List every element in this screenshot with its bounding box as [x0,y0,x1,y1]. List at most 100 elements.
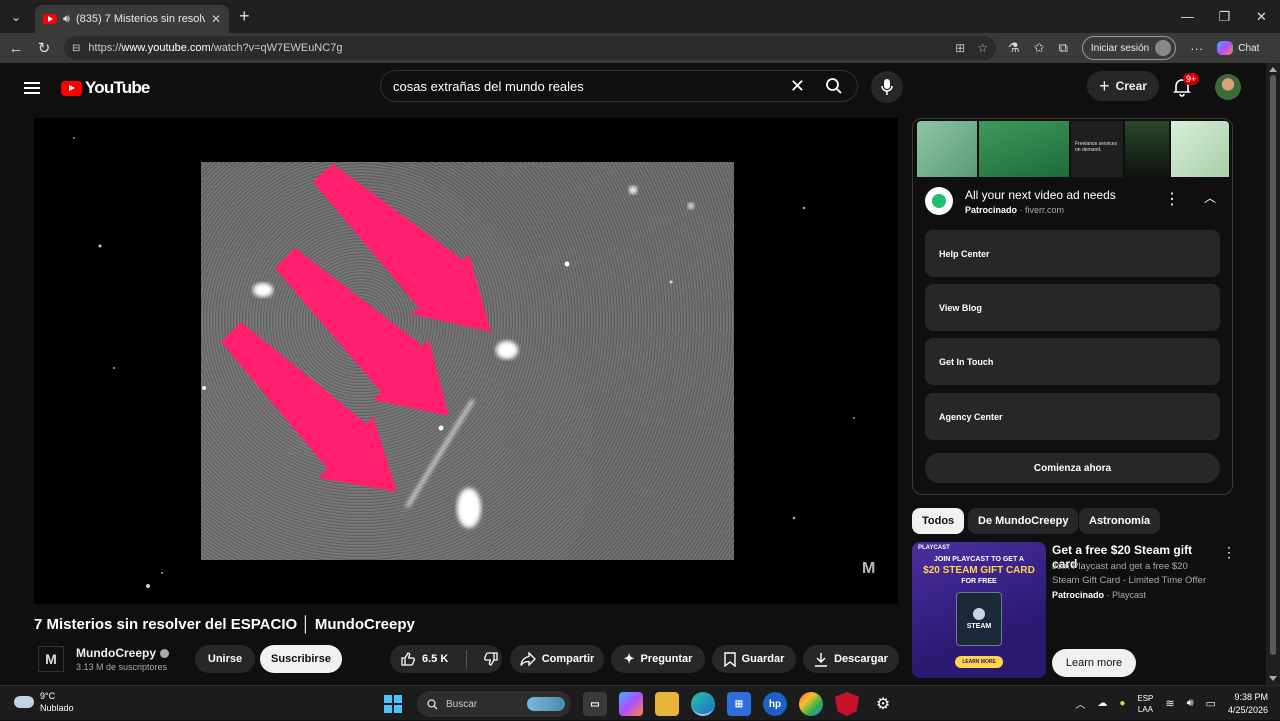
collections-icon[interactable]: ⧉ [1059,40,1068,56]
join-button[interactable]: Unirse [195,645,255,673]
file-explorer-icon[interactable] [655,692,679,716]
user-avatar[interactable] [1215,74,1241,100]
clock[interactable]: 9:38 PM 4/25/2026 [1228,691,1268,717]
search-button[interactable] [811,71,857,101]
logo-text: YouTube [85,78,150,97]
weather-widget[interactable]: 9°C Nublado [14,690,74,714]
like-count: 6.5 K [422,653,449,665]
rec-ad-thumbnail[interactable]: PLAYCAST JOIN PLAYCAST TO GET A $20 STEA… [912,542,1046,678]
ad-title[interactable]: All your next video ad needs [965,188,1116,202]
search-box[interactable]: cosas extrañas del mundo reales ✕ [380,70,858,102]
hp-icon[interactable]: hp [763,692,787,716]
store-icon[interactable]: ⊞ [727,692,751,716]
minimize-button[interactable]: — [1169,0,1206,33]
volume-icon[interactable]: 🔊︎ [1187,697,1194,710]
chat-label: Chat [1238,42,1260,54]
ad-cta-button[interactable]: Comienza ahora [925,453,1220,483]
thumbs-down-icon [484,652,498,666]
copilot-taskbar-icon[interactable] [619,692,643,716]
copilot-icon [1217,41,1234,55]
address-bar[interactable]: ⊟ https://www.youtube.com/watch?v=qW7EWE… [64,36,996,60]
menu-icon[interactable] [24,82,40,94]
start-button[interactable] [381,692,405,716]
task-view-icon[interactable]: ▭ [583,692,607,716]
video-player[interactable]: M [34,118,898,604]
onedrive-cloud-icon[interactable]: ☁ [1097,698,1107,709]
voice-search-button[interactable] [871,71,903,103]
ad-banner-images[interactable]: Freelance services on demand. [913,119,1232,177]
channel-avatar[interactable]: M [38,646,64,672]
fiverr-logo[interactable] [925,187,953,215]
ad-link-agency-center[interactable]: Agency Center [925,393,1220,440]
site-info-icon[interactable]: ⊟ [72,43,80,54]
tab-actions-menu[interactable]: ⌄ [5,6,27,28]
dislike-button[interactable] [483,651,499,667]
channel-name[interactable]: MundoCreepy [76,646,156,660]
page-scrollbar[interactable] [1266,63,1280,685]
extensions-icon[interactable]: ⚗ [1008,40,1020,56]
search-highlight-icon [527,697,565,711]
bookmark-icon [723,651,736,667]
chip-de-mundocreepy[interactable]: De MundoCreepy [968,508,1079,534]
mcafee-icon[interactable] [835,692,859,716]
copilot-chat-button[interactable]: Chat [1217,41,1259,55]
windows-taskbar: 9°C Nublado Buscar ▭ ⊞ hp ⚙ ︿ ☁ ● ESP LA… [0,685,1280,720]
browser-tab[interactable]: 🔊︎ (835) 7 Misterios sin resolver del ES… [35,5,229,33]
rec-more-options-icon[interactable]: ⋮ [1222,544,1236,561]
favorites-icon[interactable]: ✩ [1034,40,1045,56]
like-button[interactable]: 6.5 K [400,651,448,667]
browser-tab-bar: ⌄ 🔊︎ (835) 7 Misterios sin resolver del … [0,0,1280,33]
download-button[interactable]: Descargar [803,645,899,673]
ad-sponsor-line: Patrocinado · fiverr.com [965,204,1065,215]
maximize-button[interactable]: ❐ [1206,0,1243,33]
thumb-line3: FOR FREE [961,578,997,585]
back-button[interactable]: ← [2,40,30,57]
close-tab-icon[interactable]: ✕ [211,12,221,26]
ad-link-view-blog[interactable]: View Blog [925,284,1220,331]
taskbar-search[interactable]: Buscar [417,691,571,717]
wifi-icon[interactable]: ≋ [1165,697,1174,710]
microphone-icon [881,79,893,95]
taskbar-search-label: Buscar [446,698,478,710]
settings-gear-icon[interactable]: ⚙ [871,692,895,716]
taskbar-search-icon [427,698,438,709]
youtube-logo[interactable]: YouTube [61,78,150,98]
learn-more-button[interactable]: Learn more [1052,649,1136,677]
subscribe-button[interactable]: Suscribirse [260,645,342,673]
app-available-icon[interactable]: ⊞ [955,41,965,55]
chevron-up-icon[interactable]: ︿ [1204,189,1216,206]
ad-link-help-center[interactable]: Help Center [925,230,1220,277]
share-button[interactable]: Compartir [510,645,604,673]
url-text: https://www.youtube.com/watch?v=qW7EWEuN… [88,42,343,54]
window-controls: — ❐ ✕ [1169,0,1280,33]
chip-astronomia[interactable]: Astronomía [1079,508,1161,534]
favorite-star-icon[interactable]: ☆ [977,41,988,55]
close-window-button[interactable]: ✕ [1243,0,1280,33]
input-language-indicator[interactable]: ESP LAA [1137,693,1153,715]
speaker-icon[interactable]: 🔊︎ [63,13,70,26]
signin-button[interactable]: Iniciar sesión [1081,36,1177,60]
battery-icon[interactable]: ▭ [1206,697,1216,710]
chip-todos[interactable]: Todos [912,508,965,534]
search-input[interactable]: cosas extrañas del mundo reales [393,79,584,94]
save-button[interactable]: Guardar [712,645,796,673]
tray-app-icon[interactable]: ● [1119,698,1125,709]
clear-search-icon[interactable]: ✕ [790,76,805,97]
tray-chevron-up-icon[interactable]: ︿ [1075,696,1085,711]
reload-button[interactable]: ↻ [30,39,58,57]
scroll-up-arrow-icon[interactable] [1269,67,1277,72]
sponsored-ad-panel: Freelance services on demand. All your n… [912,118,1233,495]
ask-button[interactable]: ✦ Preguntar [611,645,705,673]
edge-browser-icon[interactable] [691,692,715,716]
new-tab-button[interactable]: + [239,6,250,27]
ad-more-options-icon[interactable]: ⋮ [1164,189,1180,209]
create-button[interactable]: + Crear [1087,71,1159,101]
scroll-down-arrow-icon[interactable] [1269,676,1277,681]
search-icon [826,78,842,94]
thumb-brand: PLAYCAST [918,545,950,551]
ad-link-get-in-touch[interactable]: Get In Touch [925,338,1220,385]
scroll-thumb[interactable] [1270,75,1276,655]
chrome-icon[interactable] [799,692,823,716]
tab-title: (835) 7 Misterios sin resolver del ESPAC… [75,13,205,25]
more-menu-icon[interactable]: ··· [1190,41,1203,56]
